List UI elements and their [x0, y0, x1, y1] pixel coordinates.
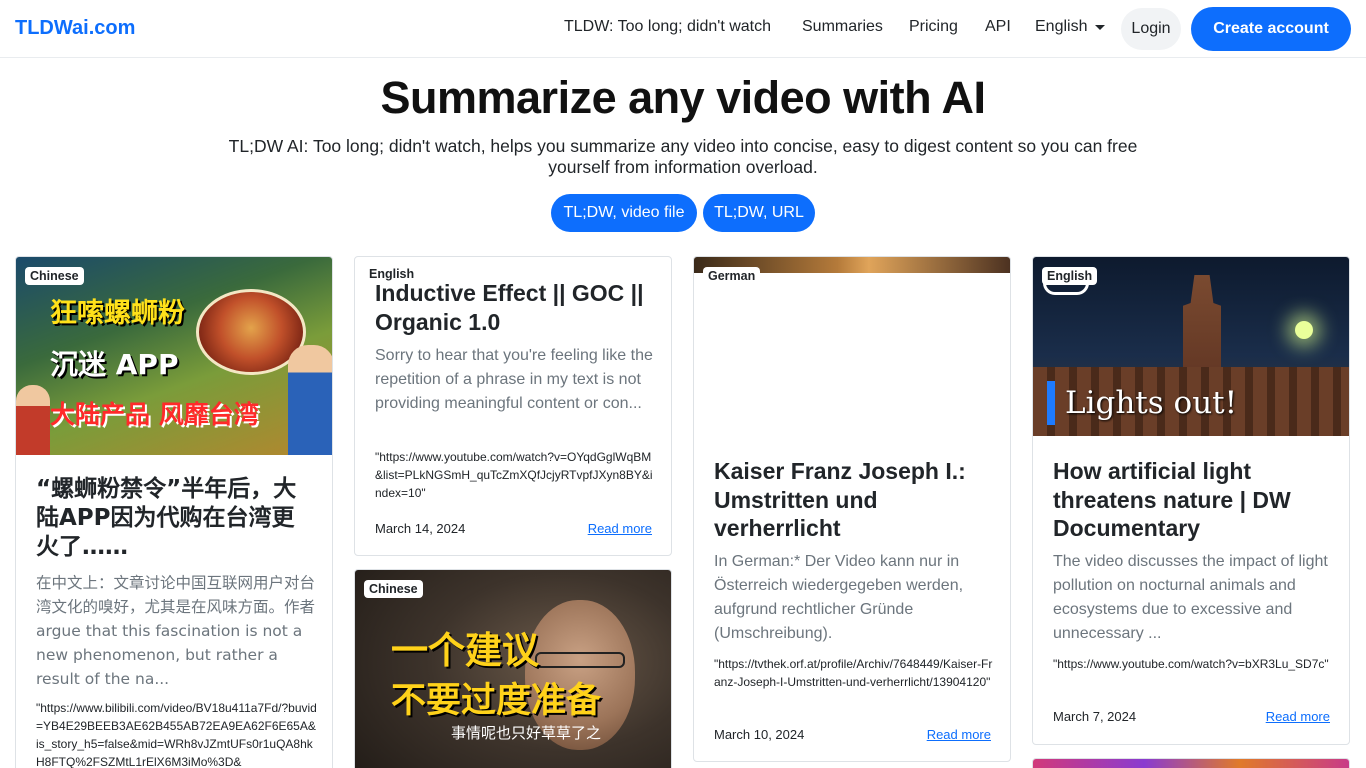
language-badge: Chinese: [364, 580, 423, 598]
card-title[interactable]: “螺蛳粉禁令”半年后，大陆APP因为代购在台湾更火了……: [36, 475, 316, 562]
summary-card[interactable]: 狂嗦螺蛳粉 沉迷 APP 大陆产品 风靡台湾 Chinese “螺蛳粉禁令”半年…: [15, 256, 333, 768]
create-account-button[interactable]: Create account: [1191, 7, 1351, 51]
card-title[interactable]: Kaiser Franz Joseph I.: Umstritten und v…: [714, 457, 984, 543]
video-thumbnail[interactable]: [1033, 759, 1349, 768]
language-badge: Chinese: [25, 267, 84, 285]
thumbnail-subtitle: 事情呢也只好草草了之: [451, 724, 602, 742]
thumbnail-caption: Lights out!: [1047, 381, 1237, 425]
person-illustration: [16, 385, 50, 455]
nav-link-pricing[interactable]: Pricing: [909, 18, 958, 36]
top-navbar: TLDWai.com TLDW: Too long; didn't watch …: [0, 0, 1366, 58]
card-url: "https://www.youtube.com/watch?v=OYqdGgl…: [375, 450, 653, 500]
tldw-video-file-button[interactable]: TL;DW, video file: [551, 194, 697, 232]
card-url: "https://www.bilibili.com/video/BV18u411…: [36, 701, 317, 768]
card-description: Sorry to hear that you're feeling like t…: [375, 347, 653, 412]
summary-card[interactable]: 一个建议 不要过度准备 事情呢也只好草草了之 Chinese: [354, 569, 672, 768]
card-title[interactable]: How artificial light threatens nature | …: [1053, 457, 1335, 543]
brand-logo-link[interactable]: TLDWai.com: [15, 17, 135, 40]
caret-down-icon: [1095, 24, 1106, 30]
card-title[interactable]: Inductive Effect || GOC || Organic 1.0: [375, 279, 655, 336]
card-description: In German:* Der Video kann nur in Österr…: [714, 553, 964, 642]
person-illustration: [288, 345, 332, 455]
tldw-url-button[interactable]: TL;DW, URL: [703, 194, 815, 232]
summary-card[interactable]: German Kaiser Franz Joseph I.: Umstritte…: [693, 256, 1011, 762]
thumbnail-caption: 一个建议: [391, 629, 539, 672]
card-date: March 10, 2024: [714, 727, 805, 742]
hero-title: Summarize any video with AI: [380, 72, 987, 123]
glasses-illustration: [535, 652, 625, 668]
card-url: "https://www.youtube.com/watch?v=bXR3Lu_…: [1053, 657, 1329, 671]
login-button[interactable]: Login: [1121, 8, 1181, 50]
summary-card[interactable]: [1032, 758, 1350, 768]
summary-card[interactable]: Lights out! English How artificial light…: [1032, 256, 1350, 745]
read-more-link[interactable]: Read more: [927, 727, 991, 742]
thumbnail-caption: 大陆产品 风靡台湾: [50, 400, 259, 429]
read-more-link[interactable]: Read more: [1266, 709, 1330, 724]
thumbnail-caption: 沉迷 APP: [50, 348, 179, 381]
language-badge: German: [703, 267, 761, 285]
read-more-link[interactable]: Read more: [588, 521, 652, 536]
card-description: 在中文上：文章讨论中国互联网用户对台湾文化的嗅好，尤其是在风味方面。作者 arg…: [36, 574, 316, 688]
summary-card[interactable]: English Inductive Effect || GOC || Organ…: [354, 256, 672, 556]
language-badge: English: [369, 267, 415, 281]
thumbnail-caption: 不要过度准备: [391, 681, 602, 721]
language-dropdown[interactable]: English: [1035, 18, 1106, 36]
street-lamp-illustration: [1295, 321, 1313, 339]
hero-subtitle: TL;DW AI: Too long; didn't watch, helps …: [228, 136, 1138, 177]
card-description: The video discusses the impact of light …: [1053, 553, 1328, 642]
card-date: March 14, 2024: [375, 521, 466, 536]
nav-link-tldw[interactable]: TLDW: Too long; didn't watch: [564, 18, 771, 36]
thumbnail-caption: 狂嗦螺蛳粉: [50, 298, 185, 329]
language-label: English: [1035, 18, 1088, 35]
nav-link-api[interactable]: API: [985, 18, 1011, 36]
video-thumbnail[interactable]: 一个建议 不要过度准备 事情呢也只好草草了之: [355, 570, 671, 768]
video-thumbnail[interactable]: 狂嗦螺蛳粉 沉迷 APP 大陆产品 风靡台湾: [16, 257, 332, 455]
nav-link-summaries[interactable]: Summaries: [802, 18, 883, 36]
card-url: "https://tvthek.orf.at/profile/Archiv/76…: [714, 657, 993, 689]
language-badge: English: [1042, 267, 1098, 285]
card-date: March 7, 2024: [1053, 709, 1137, 724]
